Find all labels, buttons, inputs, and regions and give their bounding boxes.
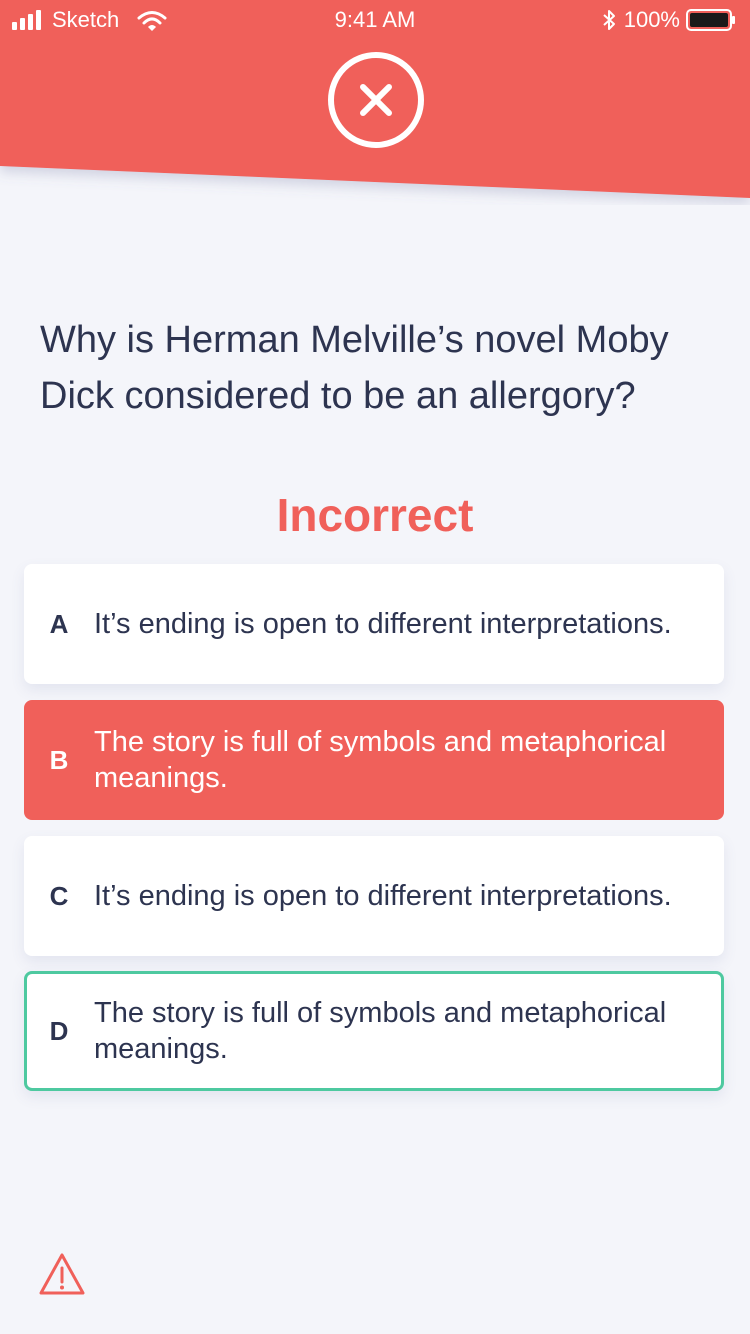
answer-option-d[interactable]: D The story is full of symbols and metap… bbox=[24, 971, 724, 1091]
option-letter: B bbox=[49, 744, 69, 775]
result-label: Incorrect bbox=[276, 489, 474, 541]
status-right: 100% bbox=[602, 7, 736, 33]
option-text: The story is full of symbols and metapho… bbox=[94, 726, 667, 794]
option-text: It’s ending is open to different interpr… bbox=[94, 880, 672, 912]
option-text: It’s ending is open to different interpr… bbox=[94, 608, 672, 640]
answer-option-c[interactable]: C It’s ending is open to different inter… bbox=[24, 836, 724, 956]
option-text: The story is full of symbols and metapho… bbox=[94, 997, 667, 1065]
answer-option-b[interactable]: B The story is full of symbols and metap… bbox=[24, 700, 724, 820]
warning-triangle-icon bbox=[39, 1253, 85, 1295]
question-text: Why is Herman Melville’s novel Moby Dick… bbox=[40, 319, 669, 417]
close-button[interactable] bbox=[327, 51, 425, 149]
status-bar: Sketch 9:41 AM 100% bbox=[0, 0, 750, 40]
option-letter: A bbox=[49, 608, 69, 639]
option-letter: C bbox=[49, 880, 69, 911]
bluetooth-icon bbox=[602, 9, 616, 31]
option-letter: D bbox=[49, 1015, 69, 1046]
close-circle-icon bbox=[328, 52, 424, 148]
answer-option-a[interactable]: A It’s ending is open to different inter… bbox=[24, 564, 724, 684]
battery-icon bbox=[686, 9, 736, 31]
report-problem-button[interactable] bbox=[38, 1252, 86, 1296]
battery-percentage: 100% bbox=[623, 7, 680, 32]
